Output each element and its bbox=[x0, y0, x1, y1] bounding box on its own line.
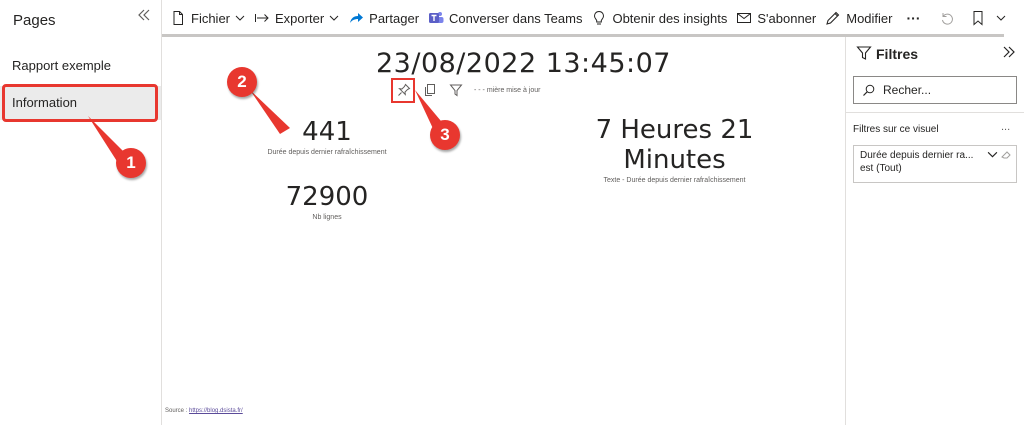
chevron-down-icon bbox=[329, 15, 339, 21]
more-options-button[interactable]: ··· bbox=[907, 0, 921, 36]
teams-chat-button[interactable]: Converser dans Teams bbox=[428, 0, 582, 36]
last-refresh-timestamp: 23/08/2022 13:45:07 bbox=[376, 48, 671, 79]
share-button[interactable]: Partager bbox=[348, 0, 419, 36]
insights-button[interactable]: Obtenir des insights bbox=[591, 0, 727, 36]
file-menu-label: Fichier bbox=[191, 10, 231, 26]
copy-visual-button[interactable] bbox=[420, 80, 440, 100]
export-menu-label: Exporter bbox=[275, 10, 325, 26]
report-canvas: 23/08/2022 13:45:07 - - - mière mise à j… bbox=[162, 37, 844, 425]
filters-search-box[interactable] bbox=[853, 76, 1017, 104]
bookmark-button[interactable] bbox=[970, 0, 1006, 36]
filters-search-input[interactable] bbox=[883, 83, 1003, 97]
share-label: Partager bbox=[369, 10, 420, 26]
kpi-label: Durée depuis dernier rafraîchissement bbox=[267, 149, 387, 156]
undo-icon bbox=[941, 13, 953, 25]
pin-visual-button[interactable] bbox=[394, 80, 414, 100]
document-icon bbox=[173, 11, 183, 25]
reset-button[interactable] bbox=[939, 0, 960, 36]
action-toolbar: Fichier Exporter Partager Converser dans… bbox=[162, 0, 1024, 36]
share-icon bbox=[350, 13, 364, 23]
source-link[interactable]: https://blog.dsista.fr/ bbox=[189, 408, 243, 414]
filter-icon bbox=[856, 46, 872, 60]
collapse-pages-icon[interactable] bbox=[135, 8, 153, 26]
teams-chat-label: Converser dans Teams bbox=[449, 10, 583, 26]
kpi-label: Texte - Durée depuis dernier rafraîchiss… bbox=[603, 177, 746, 184]
pages-pane: Pages Rapport exemple Information bbox=[0, 0, 162, 425]
kpi-value: 72900 bbox=[285, 182, 369, 212]
visual-filter-button[interactable] bbox=[446, 80, 466, 100]
page-item-label: Rapport exemple bbox=[12, 58, 111, 73]
more-options-icon: ··· bbox=[906, 10, 921, 26]
filter-card-value: est (Tout) bbox=[860, 163, 902, 174]
collapse-filters-icon[interactable] bbox=[1002, 45, 1016, 63]
callout-badge-1: 1 bbox=[116, 148, 146, 178]
filters-pane: Filtres Filtres sur ce visuel ... Durée … bbox=[845, 37, 1024, 425]
chevron-down-icon bbox=[235, 15, 245, 21]
eraser-icon[interactable] bbox=[1001, 149, 1012, 160]
kpi-value: 7 Heures 21 Minutes bbox=[595, 115, 754, 175]
edit-label: Modifier bbox=[846, 10, 893, 26]
pages-title: Pages bbox=[13, 12, 56, 29]
subscribe-label: S'abonner bbox=[757, 10, 817, 26]
kpi-card-duration-text: 7 Heures 21 Minutes Texte - Durée depuis… bbox=[542, 115, 807, 184]
page-item-rapport-exemple[interactable]: Rapport exemple bbox=[0, 49, 161, 83]
kpi-value: 441 bbox=[302, 117, 352, 147]
filters-title: Filtres bbox=[876, 46, 919, 62]
filters-section-more-button[interactable]: ... bbox=[1001, 121, 1010, 133]
visual-header: - - - mière mise à jour bbox=[394, 80, 541, 100]
filters-on-visual-label: Filtres sur ce visuel bbox=[853, 124, 939, 135]
kpi-card-row-count: 72900 Nb lignes bbox=[272, 182, 382, 221]
pencil-icon bbox=[826, 11, 840, 25]
teams-icon bbox=[429, 12, 444, 23]
bookmark-icon bbox=[973, 11, 982, 26]
pin-icon bbox=[398, 83, 411, 96]
filter-card-actions bbox=[987, 149, 1012, 160]
filter-card[interactable]: Durée depuis dernier ra... est (Tout) bbox=[853, 145, 1017, 183]
export-arrow-icon bbox=[255, 14, 269, 22]
chevron-down-icon[interactable] bbox=[987, 149, 998, 160]
filter-icon bbox=[449, 84, 463, 97]
chevron-down-icon bbox=[996, 15, 1005, 21]
mail-icon bbox=[737, 13, 752, 23]
lightbulb-icon bbox=[594, 10, 605, 25]
callout-badge-3: 3 bbox=[430, 120, 460, 150]
kpi-label: Nb lignes bbox=[312, 214, 342, 221]
kpi-card-duration: 441 Durée depuis dernier rafraîchissemen… bbox=[254, 117, 400, 156]
callout-badge-2: 2 bbox=[227, 67, 257, 97]
copy-icon bbox=[425, 84, 435, 96]
search-icon bbox=[863, 84, 875, 96]
subscribe-button[interactable]: S'abonner bbox=[736, 0, 816, 36]
edit-button[interactable]: Modifier bbox=[825, 0, 893, 36]
source-note: Source : https://blog.dsista.fr/ bbox=[165, 408, 243, 414]
page-item-label: Information bbox=[12, 95, 78, 110]
insights-label: Obtenir des insights bbox=[612, 10, 728, 26]
filters-divider bbox=[846, 112, 1024, 113]
export-menu-button[interactable]: Exporter bbox=[254, 0, 339, 36]
file-menu-button[interactable]: Fichier bbox=[170, 0, 245, 36]
visual-header-text: - - - mière mise à jour bbox=[474, 86, 541, 94]
source-label: Source : bbox=[165, 408, 190, 414]
page-item-information[interactable]: Information bbox=[0, 86, 161, 120]
